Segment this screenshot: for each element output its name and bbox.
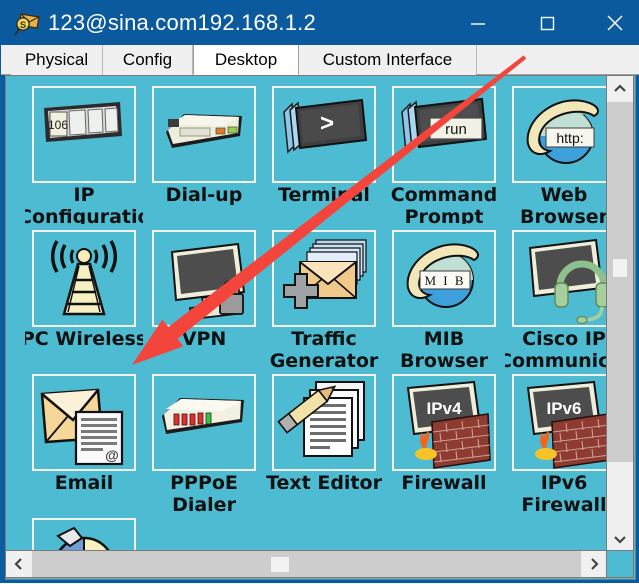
desktop-item-label: Text Editor [266,472,382,494]
command-prompt-icon[interactable]: run [392,86,496,183]
dial-up-modem-icon[interactable] [152,86,256,183]
pppoe-dialer-icon[interactable] [152,374,256,471]
chevron-left-icon[interactable] [6,551,32,577]
chevron-right-icon[interactable] [581,551,607,577]
desktop-item-label: IPv6 Firewall [521,472,607,512]
tab-desktop[interactable]: Desktop [193,45,299,75]
ipv4-firewall-icon[interactable]: IPv4 [392,374,496,471]
desktop-item-label: Firewall [401,472,487,494]
desktop-item-label: PC Wireless [25,328,143,350]
email-icon[interactable]: @ [32,374,136,471]
svg-text:106: 106 [48,118,68,132]
desktop-item-label: MIB Browser [399,328,489,368]
svg-text:IPv4: IPv4 [427,399,463,418]
desktop-item-pc-wireless[interactable]: PC Wireless [25,224,143,368]
desktop-item-dial-up[interactable]: Dial-up [145,80,263,224]
desktop-item-label: Traffic Generator [269,328,379,368]
svg-text:IPv6: IPv6 [547,399,582,418]
ipv6-firewall-icon[interactable]: IPv6 [512,374,609,471]
tab-custom-interface[interactable]: Custom Interface [299,45,477,75]
vertical-scrollbar-thumb[interactable] [607,102,633,462]
desktop-item-web-browser[interactable]: http: Web Browser [505,80,609,224]
desktop-item-pie-chart-report-icon[interactable] [25,512,143,553]
tab-physical[interactable]: Physical [11,45,103,75]
svg-text:@: @ [105,447,119,463]
desktop-item-ipv6-firewall[interactable]: IPv6 IPv6 Firewall [505,368,609,512]
vertical-scrollbar-grip[interactable] [613,259,627,277]
svg-text:run: run [445,121,467,138]
desktop-item-mib-browser[interactable]: M I B MIB Browser [385,224,503,368]
text-editor-icon[interactable] [272,374,376,471]
horizontal-scrollbar-thumb[interactable] [32,551,581,577]
pc-wireless-antenna-icon[interactable] [32,230,136,327]
desktop-item-traffic-generator[interactable]: Traffic Generator [265,224,383,368]
chevron-down-icon[interactable] [607,526,633,552]
desktop-item-label: Terminal [278,184,370,206]
chevron-up-icon[interactable] [607,76,633,102]
web-browser-icon[interactable]: http: [512,86,609,183]
desktop-item-firewall[interactable]: IPv4 Firewall [385,368,503,512]
desktop-item-label: Email [54,472,114,494]
mib-browser-icon[interactable]: M I B [392,230,496,327]
terminal-icon[interactable]: > [272,86,376,183]
window-title: 123@sina.com192.168.1.2 [48,10,316,35]
desktop-item-label: Command Prompt [390,184,498,224]
maximize-button[interactable] [524,1,570,45]
desktop-item-text-editor[interactable]: Text Editor [265,368,383,512]
title-bar: S 123@sina.com192.168.1.2 [1,1,639,45]
vpn-monitor-lock-icon[interactable] [152,230,256,327]
minimize-button[interactable] [455,1,501,45]
scrollbar-corner [606,550,634,578]
desktop-item-vpn[interactable]: VPN [145,224,263,368]
desktop-item-ip-configuration[interactable]: 106 IP Configuration [25,80,143,224]
packet-tracer-device-window: S 123@sina.com192.168.1.2 Physical Config… [0,0,639,583]
ip-configuration-icon[interactable]: 106 [32,86,136,183]
pie-chart-report-icon[interactable] [32,518,136,553]
desktop-item-pppoe-dialer[interactable]: PPPoE Dialer [145,368,263,512]
desktop-item-label: VPN [181,328,227,350]
desktop-item-terminal[interactable]: > Terminal [265,80,383,224]
cisco-ip-communicator-icon[interactable] [512,230,609,327]
svg-text:M I B: M I B [424,273,465,288]
horizontal-scrollbar[interactable] [5,550,608,578]
desktop-pane: 106 IP Configuration Dial-up > Terminal [5,75,636,580]
desktop-item-cisco-ip-communicator[interactable]: Cisco IP Communicator [505,224,609,368]
tab-config[interactable]: Config [103,45,193,75]
vertical-scrollbar[interactable] [606,75,634,553]
horizontal-scrollbar-grip[interactable] [271,557,289,572]
desktop-item-label: Web Browser [519,184,609,224]
tab-strip: Physical Config Desktop Custom Interface [1,45,639,75]
desktop-item-label: PPPoE Dialer [170,472,238,512]
svg-text:S: S [20,20,26,30]
envelope-magnifier-icon: S [14,10,42,36]
svg-text:http:: http: [556,130,583,146]
desktop-item-command-prompt[interactable]: run Command Prompt [385,80,503,224]
desktop-icon-grid: 106 IP Configuration Dial-up > Terminal [6,76,609,553]
svg-text:>: > [320,110,334,137]
desktop-item-label: IP Configuration [25,184,143,224]
desktop-item-email[interactable]: @ Email [25,368,143,512]
desktop-item-label: Cisco IP Communicator [505,328,609,368]
desktop-item-label: Dial-up [165,184,243,206]
traffic-generator-icon[interactable] [272,230,376,327]
close-button[interactable] [592,1,638,45]
